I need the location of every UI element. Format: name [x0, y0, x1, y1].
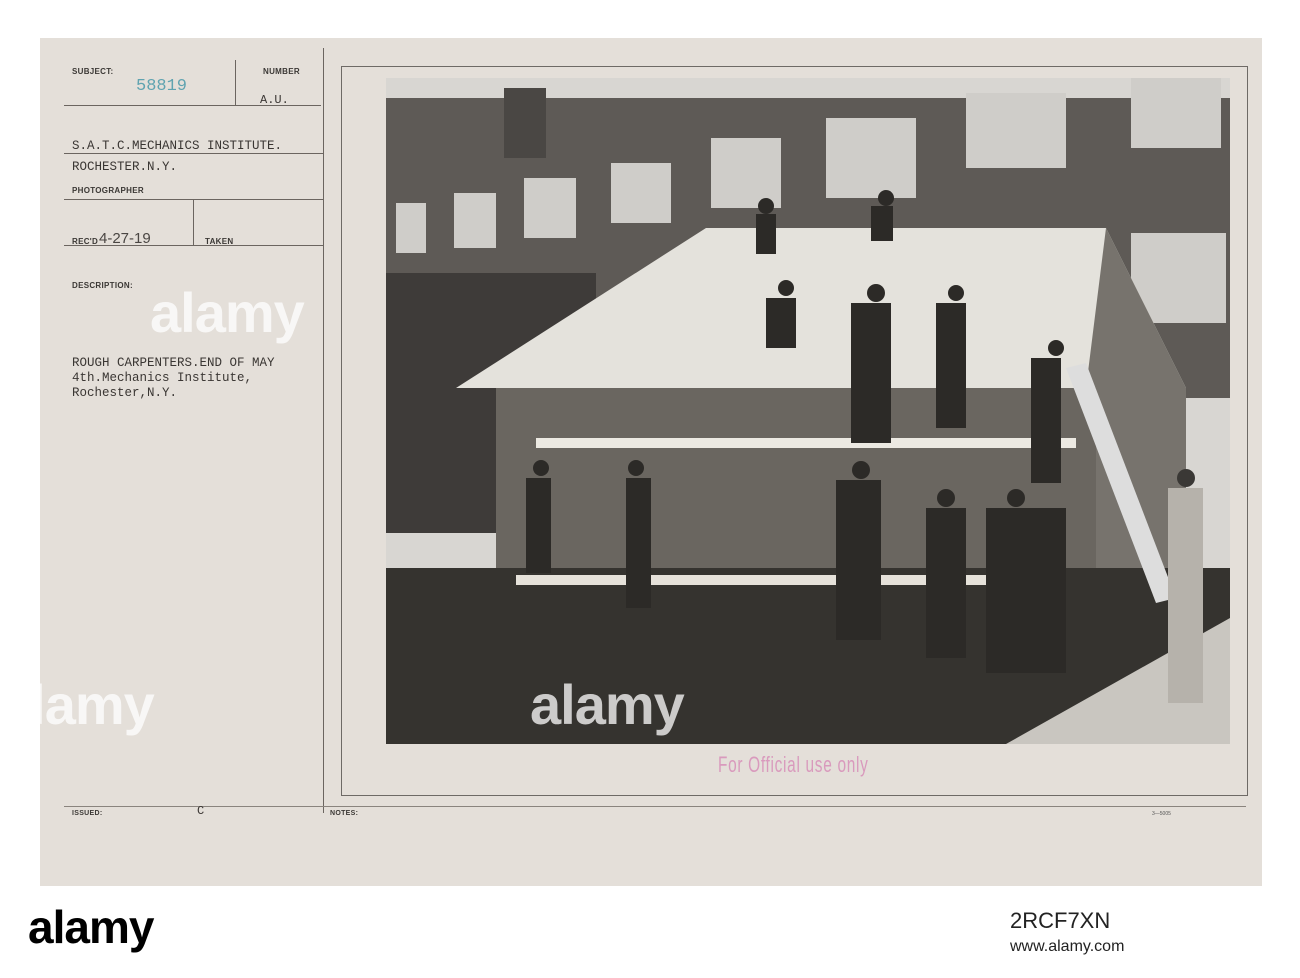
description-line: Rochester,N.Y. [72, 386, 178, 400]
number-label: NUMBER [263, 67, 300, 76]
alamy-watermark: alamy [0, 673, 155, 736]
notes-label: NOTES: [330, 810, 359, 817]
site-url[interactable]: www.alamy.com [1010, 938, 1124, 956]
location-line-2: ROCHESTER.N.Y. [72, 160, 178, 174]
subject-number: 58819 [136, 77, 188, 96]
official-use-stamp: For Official use only [718, 752, 869, 777]
photographer-label: PHOTOGRAPHER [72, 186, 144, 195]
photo-illustration [386, 78, 1230, 744]
photograph-rough-carpenters [386, 78, 1230, 744]
alamy-watermark: alamy [150, 281, 305, 344]
description-text: ROUGH CARPENTERS.END OF MAY 4th.Mechanic… [72, 356, 275, 401]
stock-footer: alamy 2RCF7XN www.alamy.com [0, 886, 1300, 978]
issued-value: C [197, 804, 205, 818]
alamy-logo: alamy [28, 901, 154, 953]
description-line: ROUGH CARPENTERS.END OF MAY [72, 356, 275, 370]
alamy-watermark: alamy [530, 673, 685, 736]
description-line: 4th.Mechanics Institute, [72, 371, 253, 385]
issued-label: ISSUED: [72, 810, 103, 817]
form-number: 3—5005 [1152, 811, 1171, 817]
image-id: 2RCF7XN [1010, 908, 1111, 933]
location-line-1: S.A.T.C.MECHANICS INSTITUTE. [72, 139, 283, 153]
description-label: DESCRIPTION: [72, 281, 133, 290]
subject-label: SUBJECT: [72, 67, 114, 76]
